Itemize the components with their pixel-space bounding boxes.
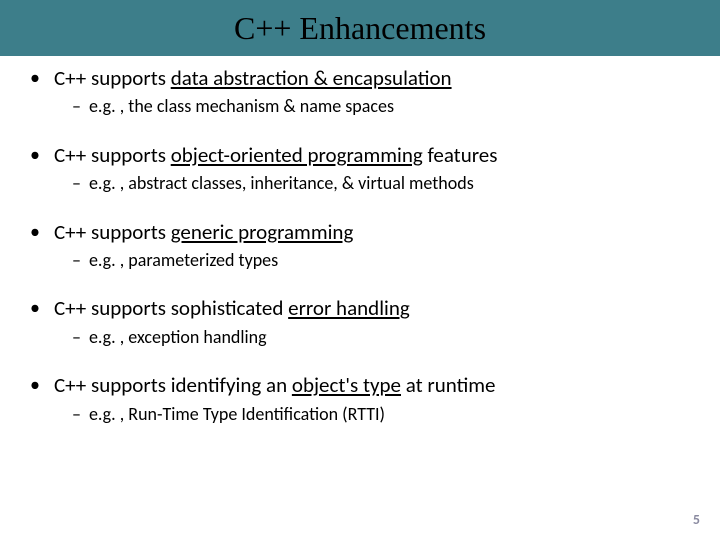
bullet-text-underline: generic programming bbox=[171, 219, 354, 245]
bullet-item: • C++ supports data abstraction & encaps… bbox=[28, 64, 692, 93]
slide-title: C++ Enhancements bbox=[234, 10, 486, 47]
slide-content: • C++ supports data abstraction & encaps… bbox=[0, 56, 720, 426]
bullet-item: • C++ supports object-oriented programmi… bbox=[28, 141, 692, 170]
bullet-item: • C++ supports sophisticated error handl… bbox=[28, 294, 692, 323]
bullet-dot-icon: • bbox=[30, 218, 40, 247]
bullet-text-pre: C++ supports bbox=[54, 219, 171, 245]
bullet-text: C++ supports generic programming bbox=[54, 218, 353, 247]
sub-item: – e.g. , abstract classes, inheritance, … bbox=[72, 172, 692, 195]
slide-header: C++ Enhancements bbox=[0, 0, 720, 56]
sub-dash-icon: – bbox=[72, 249, 81, 272]
bullet-text-underline: data abstraction & encapsulation bbox=[171, 65, 452, 91]
bullet-text-pre: C++ supports identifying an bbox=[54, 372, 292, 398]
bullet-text-underline: object's type bbox=[292, 372, 401, 398]
sub-dash-icon: – bbox=[72, 95, 81, 118]
bullet-text-pre: C++ supports bbox=[54, 65, 171, 91]
bullet-item: • C++ supports generic programming bbox=[28, 218, 692, 247]
bullet-text-post: at runtime bbox=[401, 372, 496, 398]
bullet-dot-icon: • bbox=[30, 294, 40, 323]
bullet-text: C++ supports data abstraction & encapsul… bbox=[54, 64, 452, 93]
bullet-dot-icon: • bbox=[30, 141, 40, 170]
bullet-text: C++ supports object-oriented programming… bbox=[54, 141, 498, 170]
sub-item: – e.g. , parameterized types bbox=[72, 249, 692, 272]
bullet-item: • C++ supports identifying an object's t… bbox=[28, 371, 692, 400]
bullet-text-pre: C++ supports bbox=[54, 142, 171, 168]
sub-item: – e.g. , Run-Time Type Identification (R… bbox=[72, 403, 692, 426]
bullet-text-underline: error handling bbox=[288, 295, 410, 321]
sub-text: e.g. , abstract classes, inheritance, & … bbox=[89, 172, 474, 195]
sub-item: – e.g. , exception handling bbox=[72, 326, 692, 349]
bullet-text-underline: object-oriented programming bbox=[171, 142, 423, 168]
sub-dash-icon: – bbox=[72, 172, 81, 195]
sub-dash-icon: – bbox=[72, 326, 81, 349]
sub-text: e.g. , parameterized types bbox=[89, 249, 278, 272]
bullet-text: C++ supports sophisticated error handlin… bbox=[54, 294, 410, 323]
sub-item: – e.g. , the class mechanism & name spac… bbox=[72, 95, 692, 118]
bullet-dot-icon: • bbox=[30, 371, 40, 400]
sub-text: e.g. , Run-Time Type Identification (RTT… bbox=[89, 403, 385, 426]
bullet-dot-icon: • bbox=[30, 64, 40, 93]
bullet-text-post: features bbox=[423, 142, 498, 168]
page-number: 5 bbox=[693, 511, 700, 528]
bullet-text: C++ supports identifying an object's typ… bbox=[54, 371, 496, 400]
sub-dash-icon: – bbox=[72, 403, 81, 426]
sub-text: e.g. , the class mechanism & name spaces bbox=[89, 95, 394, 118]
sub-text: e.g. , exception handling bbox=[89, 326, 267, 349]
bullet-text-pre: C++ supports sophisticated bbox=[54, 295, 288, 321]
